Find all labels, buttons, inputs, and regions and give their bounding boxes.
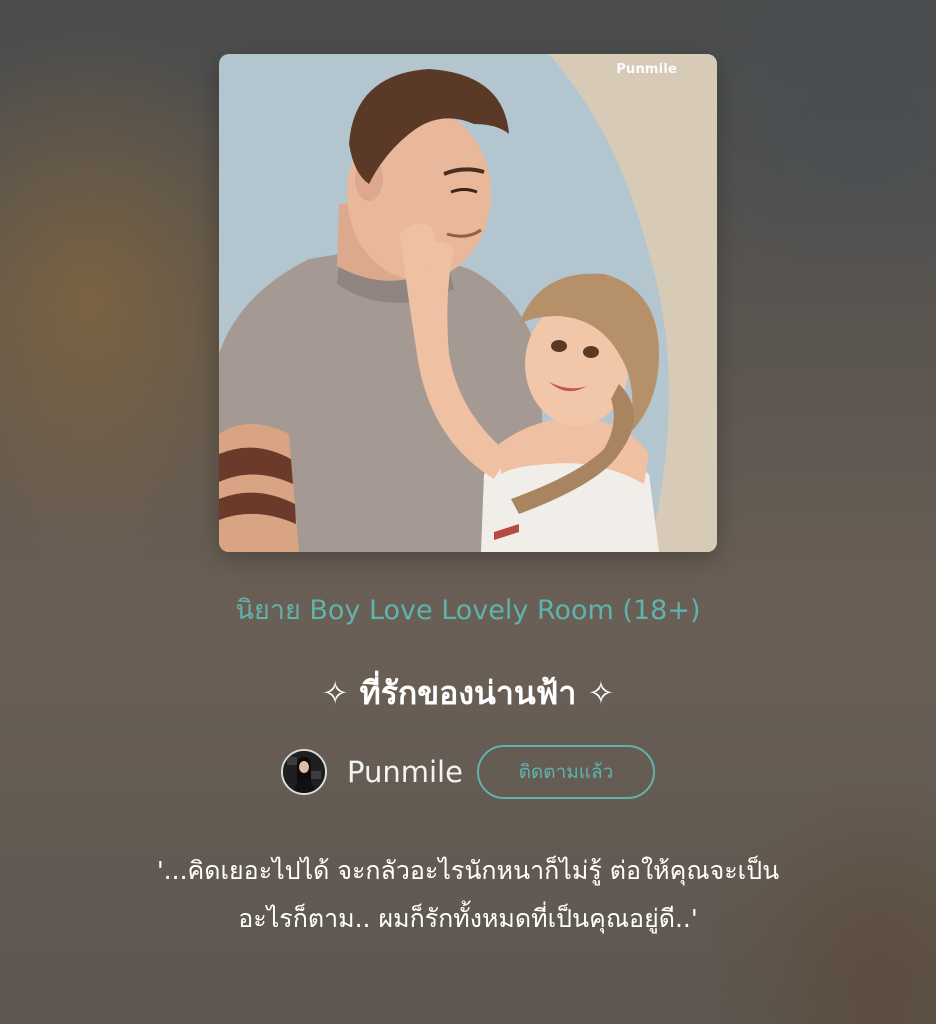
- following-button[interactable]: ติดตามแล้ว: [476, 745, 655, 799]
- author-avatar-image: [283, 751, 326, 793]
- author-row: Punmile ติดตามแล้ว: [0, 744, 936, 800]
- cover-illustration: [219, 54, 717, 552]
- synopsis-line: '...คิดเยอะไปได้ จะกลัวอะไรนักหนาก็ไม่รู…: [156, 856, 780, 885]
- synopsis-line: อะไรก็ตาม.. ผมก็รักทั้งหมดที่เป็นคุณอยู่…: [238, 904, 698, 933]
- story-title: ✧ ที่รักของน่านฟ้า ✧: [321, 674, 615, 712]
- cover-image[interactable]: Punmile: [219, 54, 717, 552]
- story-category[interactable]: นิยาย Boy Love Lovely Room (18+): [0, 588, 936, 631]
- cover-watermark: Punmile: [616, 62, 677, 77]
- story-synopsis: '...คิดเยอะไปได้ จะกลัวอะไรนักหนาก็ไม่รู…: [60, 847, 876, 943]
- author-avatar[interactable]: [281, 749, 328, 795]
- author-name[interactable]: Punmile: [347, 755, 463, 789]
